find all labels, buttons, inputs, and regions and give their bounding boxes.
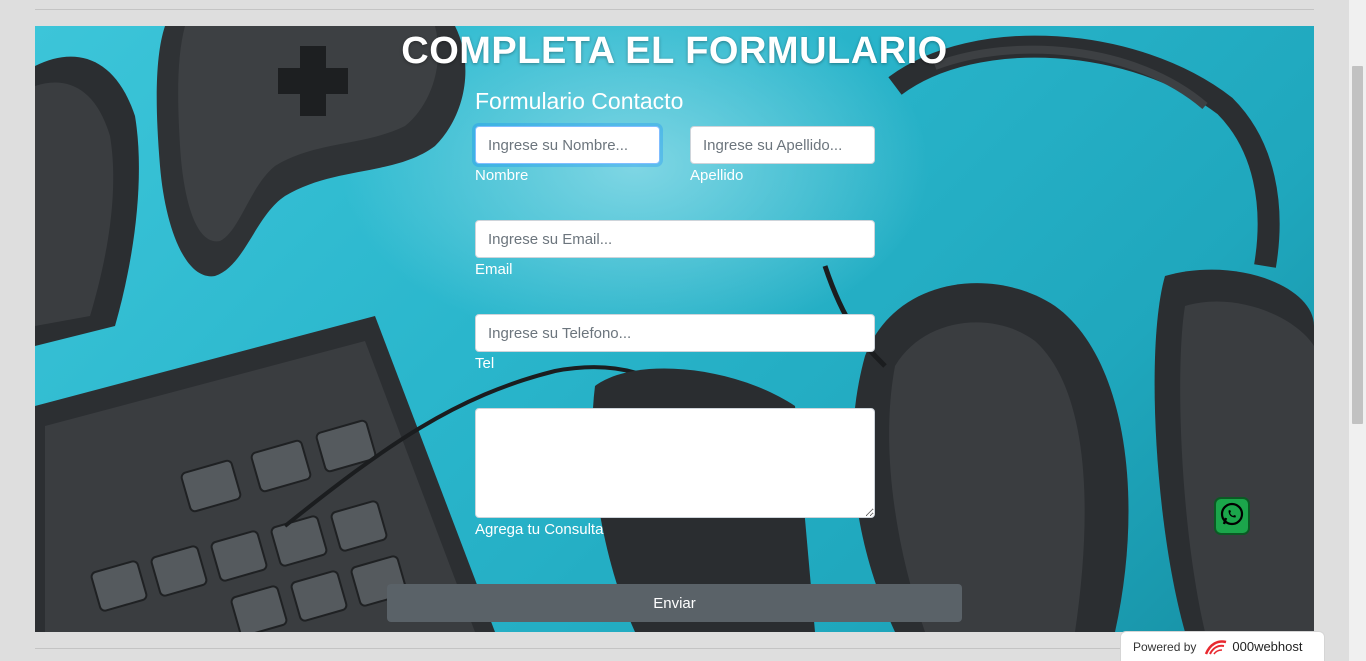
hero-section: COMPLETA EL FORMULARIO Formulario Contac… <box>35 26 1314 632</box>
page-title: COMPLETA EL FORMULARIO <box>401 30 948 72</box>
page-scrollbar[interactable] <box>1349 0 1366 661</box>
telefono-input[interactable] <box>475 314 875 352</box>
form-title: Formulario Contacto <box>475 88 684 114</box>
000webhost-logo-icon <box>1204 638 1228 656</box>
nombre-input[interactable] <box>475 126 660 164</box>
email-label: Email <box>475 261 513 278</box>
nombre-label: Nombre <box>475 167 529 184</box>
enviar-button[interactable]: Enviar <box>387 584 962 622</box>
consulta-textarea[interactable] <box>475 408 875 518</box>
whatsapp-button[interactable] <box>1214 497 1250 535</box>
scrollbar-thumb[interactable] <box>1352 66 1363 424</box>
consulta-label: Agrega tu Consulta <box>475 521 604 538</box>
whatsapp-icon <box>1219 501 1245 532</box>
apellido-input[interactable] <box>690 126 875 164</box>
brand-name: 000webhost <box>1232 639 1303 654</box>
telefono-label: Tel <box>475 355 495 372</box>
top-divider <box>35 9 1314 10</box>
powered-by-text: Powered by <box>1133 639 1197 654</box>
apellido-label: Apellido <box>690 167 744 184</box>
powered-by-badge[interactable]: Powered by 000webhost <box>1120 631 1325 661</box>
email-input[interactable] <box>475 220 875 258</box>
